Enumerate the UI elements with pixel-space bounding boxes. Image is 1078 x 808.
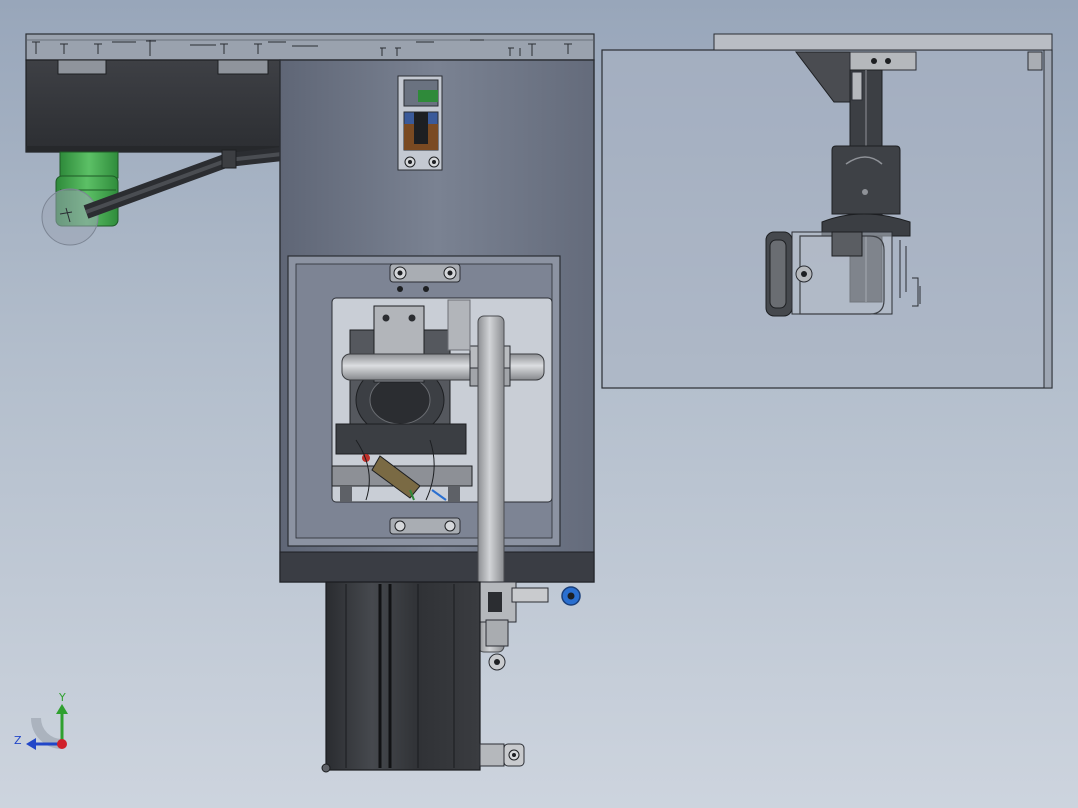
top-rail-assembly[interactable] [25, 33, 595, 61]
cad-viewport[interactable]: Y Z [0, 0, 1078, 808]
axis-triad-icon: Y Z [14, 691, 68, 750]
motor-mount-block[interactable] [25, 59, 281, 153]
triad-z-label: Z [14, 734, 22, 747]
triad-y-label: Y [58, 691, 66, 704]
upper-inspection-window[interactable] [397, 75, 443, 171]
